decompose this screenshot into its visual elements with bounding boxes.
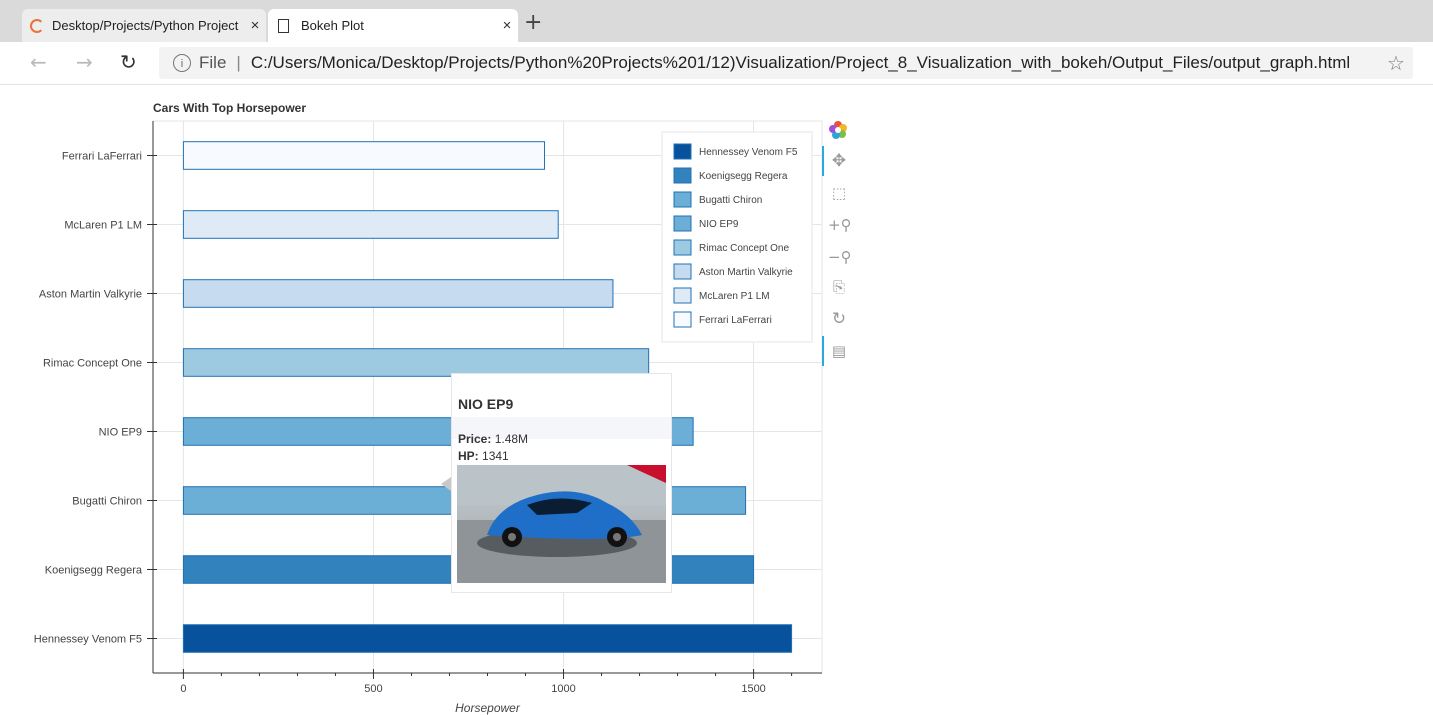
legend-label: McLaren P1 LM [699,291,770,302]
tooltip-price: Price: 1.48M [458,432,528,446]
legend-swatch [673,239,692,256]
tab-strip: Desktop/Projects/Python Project × Bokeh … [0,0,1433,42]
tooltip-hp-value: 1341 [482,449,509,463]
url-scheme: File [199,53,227,72]
legend-swatch [673,311,692,328]
favorite-star-icon[interactable]: ☆ [1379,51,1413,76]
x-tick-label: 1000 [551,683,575,695]
refresh-button[interactable]: ↻ [120,50,137,74]
close-tab-icon[interactable]: × [244,17,266,34]
tooltip-pointer [441,477,451,491]
tab-label: Desktop/Projects/Python Project [52,18,239,33]
forward-button[interactable]: → [76,50,93,74]
hover-icon[interactable]: ▤ [828,340,850,362]
url-separator: | [236,53,241,72]
x-tick-label: 500 [364,683,382,695]
legend-label: Aston Martin Valkyrie [699,267,793,278]
zoom-out-icon[interactable]: −⚲ [828,246,852,268]
x-tick-label: 1500 [741,683,765,695]
y-tick-label: McLaren P1 LM [64,220,142,232]
legend-swatch [673,263,692,280]
zoom-in-icon[interactable]: +⚲ [828,214,852,236]
y-tick-label: Koenigsegg Regera [45,565,143,577]
legend-box [661,131,813,343]
address-bar[interactable]: i File | C:/Users/Monica/Desktop/Project… [159,47,1413,79]
legend-swatch [673,143,692,160]
legend-label: Bugatti Chiron [699,195,762,206]
y-tick-label: NIO EP9 [99,427,142,439]
y-tick-label: Hennessey Venom F5 [34,634,142,646]
x-tick-label: 0 [180,683,186,695]
tab-label: Bokeh Plot [301,18,364,33]
tooltip-title: NIO EP9 [458,396,514,412]
pan-icon[interactable]: ✥ [828,150,850,172]
box-zoom-icon[interactable]: ⬚ [828,182,850,204]
new-tab-button[interactable]: + [524,12,542,34]
bokeh-logo-icon[interactable] [828,120,850,142]
legend-swatch [673,215,692,232]
bar[interactable] [182,210,559,239]
legend-swatch [673,191,692,208]
tooltip-hp: HP: 1341 [458,449,509,463]
legend-swatch [673,167,692,184]
bar[interactable] [182,624,793,653]
y-tick-label: Aston Martin Valkyrie [39,289,142,301]
bokeh-plot: Cars With Top Horsepower Hennessey Venom … [0,84,1433,715]
tab-projects[interactable]: Desktop/Projects/Python Project × [22,9,266,42]
tooltip-hp-label: HP: [458,449,479,463]
info-icon[interactable]: i [173,54,191,72]
back-button[interactable]: ← [30,50,47,74]
car-photo [457,465,666,583]
reset-icon[interactable]: ↻ [828,308,850,330]
chart-title: Cars With Top Horsepower [153,101,306,115]
tooltip-price-value: 1.48M [494,432,529,446]
y-tick-label: Ferrari LaFerrari [62,151,142,163]
bar[interactable] [182,279,614,308]
legend-label: NIO EP9 [699,219,739,230]
hover-tooltip: NIO EP9 Price: 1.48M HP: 1341 [451,373,672,593]
url-text[interactable]: C:/Users/Monica/Desktop/Projects/Python%… [251,53,1379,73]
close-tab-icon[interactable]: × [496,17,518,34]
save-icon[interactable]: ⎘ [828,276,850,298]
legend-label: Rimac Concept One [699,243,789,254]
chart-svg[interactable]: Cars With Top Horsepower Hennessey Venom … [0,84,860,715]
navigation-bar: ← → ↻ i File | C:/Users/Monica/Desktop/P… [0,42,1433,85]
loading-icon [30,18,44,33]
document-icon [278,18,289,33]
active-tool-indicator [822,146,824,176]
x-axis-label: Horsepower [455,701,521,715]
y-tick-label: Bugatti Chiron [72,496,142,508]
legend-label: Ferrari LaFerrari [699,315,772,326]
plot-toolbar: ✥ ⬚ +⚲ −⚲ ⎘ ↻ ▤ [822,120,854,370]
legend-swatch [673,287,692,304]
tooltip-price-label: Price: [458,432,492,446]
tab-bokeh-plot[interactable]: Bokeh Plot × [268,9,518,42]
active-tool-indicator [822,336,824,366]
bar[interactable] [182,141,546,170]
y-tick-label: Rimac Concept One [43,358,142,370]
legend-label: Koenigsegg Regera [699,171,788,182]
legend-label: Hennessey Venom F5 [699,147,798,158]
